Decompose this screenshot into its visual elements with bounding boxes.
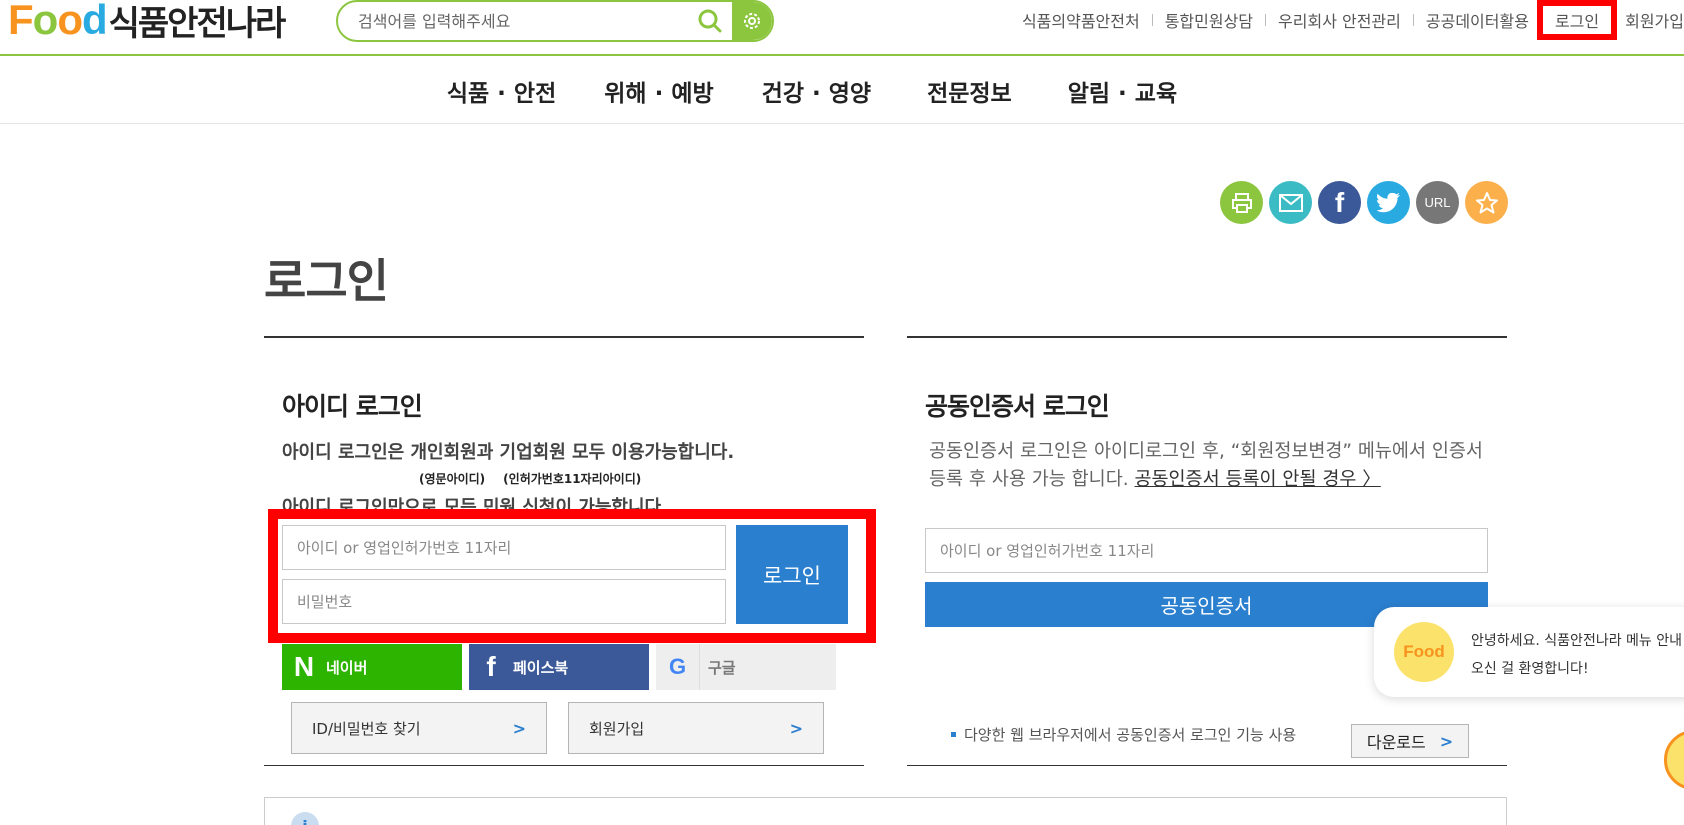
cert-login-panel: 공동인증서 로그인 공동인증서 로그인은 아이디로그인 후, “회원정보변경” … bbox=[907, 336, 1507, 766]
bullet-icon bbox=[951, 732, 956, 737]
chevron-right-icon: > bbox=[1439, 731, 1454, 751]
join-button[interactable]: 회원가입 > bbox=[568, 702, 824, 754]
top-header: Food 식품안전나라 식품의약품안전처 통합민원상담 우리회사 안전관리 공공… bbox=[0, 0, 1684, 56]
id-input[interactable] bbox=[282, 525, 726, 570]
nav-expert-info[interactable]: 전문정보 bbox=[927, 74, 1012, 108]
logo-korean-name: 식품안전나라 bbox=[108, 3, 287, 44]
chatbot-launcher[interactable] bbox=[1664, 730, 1684, 790]
search-input[interactable] bbox=[338, 2, 688, 40]
note-license-id: (인허가번호11자리아이디) bbox=[503, 472, 642, 486]
find-id-label: ID/비밀번호 찾기 bbox=[312, 719, 421, 738]
facebook-label: 페이스북 bbox=[513, 658, 569, 677]
site-logo[interactable]: Food 식품안전나라 bbox=[8, 0, 286, 44]
util-link-civil[interactable]: 통합민원상담 bbox=[1153, 8, 1265, 32]
nav-hazard-prevention[interactable]: 위해 · 예방 bbox=[604, 74, 713, 108]
facebook-login-button[interactable]: f 페이스북 bbox=[469, 644, 649, 690]
browser-note: 다양한 웹 브라우저에서 공동인증서 로그인 기능 사용 bbox=[951, 724, 1296, 745]
chatbot-logo: Food bbox=[1403, 642, 1445, 661]
url-copy-icon[interactable]: URL bbox=[1416, 181, 1459, 224]
info-box: i bbox=[264, 797, 1507, 825]
chatbot-bubble[interactable]: Food 안녕하세요. 식품안전나라 메뉴 안내 오신 걸 환영합니다! bbox=[1374, 607, 1684, 697]
chatbot-avatar: Food bbox=[1394, 622, 1454, 682]
login-form-highlight: 로그인 bbox=[268, 509, 876, 643]
password-input[interactable] bbox=[282, 579, 726, 624]
cert-register-help-link[interactable]: 공동인증서 등록이 안될 경우 〉 bbox=[1135, 469, 1381, 490]
facebook-icon: f bbox=[486, 651, 496, 682]
search-icon[interactable] bbox=[688, 2, 732, 40]
twitter-icon[interactable] bbox=[1367, 181, 1410, 224]
nav-notice-education[interactable]: 알림 · 교육 bbox=[1068, 74, 1177, 108]
chevron-right-icon: > bbox=[789, 718, 803, 738]
main-nav: 식품 · 안전 위해 · 예방 건강 · 영양 전문정보 알림 · 교육 bbox=[0, 58, 1684, 124]
login-link[interactable]: 로그인 bbox=[1536, 0, 1618, 40]
id-login-heading: 아이디 로그인 bbox=[282, 392, 423, 421]
print-icon[interactable] bbox=[1220, 181, 1263, 224]
chevron-right-icon: > bbox=[512, 718, 526, 738]
share-toolbar: f URL bbox=[1220, 181, 1508, 224]
download-label: 다운로드 bbox=[1366, 733, 1426, 752]
nav-health-nutrition[interactable]: 건강 · 영양 bbox=[762, 74, 871, 108]
google-icon: G bbox=[656, 644, 700, 690]
id-login-panel: 아이디 로그인 아이디 로그인은 개인회원과 기업회원 모두 이용가능합니다. … bbox=[264, 336, 876, 766]
cert-login-description: 공동인증서 로그인은 아이디로그인 후, “회원정보변경” 메뉴에서 인증서 등… bbox=[929, 438, 1489, 494]
naver-login-button[interactable]: N 네이버 bbox=[282, 644, 462, 690]
google-label: 구글 bbox=[708, 658, 736, 677]
util-link-opendata[interactable]: 공공데이터활용 bbox=[1414, 8, 1541, 32]
signup-link[interactable]: 회원가입 bbox=[1613, 8, 1684, 32]
page-title: 로그인 bbox=[264, 254, 389, 308]
email-icon[interactable] bbox=[1269, 181, 1312, 224]
utility-nav: 식품의약품안전처 통합민원상담 우리회사 안전관리 공공데이터활용 로그인 회원… bbox=[1010, 0, 1684, 40]
logo-food-wordmark: Food bbox=[8, 0, 108, 43]
join-label: 회원가입 bbox=[589, 719, 645, 738]
note-english-id: (영문아이디) bbox=[419, 472, 486, 486]
chatbot-message: 안녕하세요. 식품안전나라 메뉴 안내 오신 걸 환영합니다! bbox=[1471, 627, 1682, 683]
nav-food-safety[interactable]: 식품 · 안전 bbox=[447, 74, 556, 108]
cert-id-input[interactable] bbox=[925, 528, 1488, 573]
social-login-group: N 네이버 f 페이스북 G 구글 bbox=[282, 644, 836, 690]
naver-icon: N bbox=[293, 651, 315, 682]
browser-note-text: 다양한 웹 브라우저에서 공동인증서 로그인 기능 사용 bbox=[964, 726, 1297, 744]
google-login-button[interactable]: G 구글 bbox=[656, 644, 836, 690]
facebook-icon[interactable]: f bbox=[1318, 181, 1361, 224]
download-button[interactable]: 다운로드 > bbox=[1351, 724, 1469, 758]
id-login-description: 아이디 로그인은 개인회원과 기업회원 모두 이용가능합니다. bbox=[282, 442, 735, 463]
cert-login-heading: 공동인증서 로그인 bbox=[925, 392, 1110, 421]
bookmark-star-icon[interactable] bbox=[1465, 181, 1508, 224]
id-type-notes: (영문아이디) (인허가번호11자리아이디) bbox=[419, 470, 641, 487]
gear-icon[interactable] bbox=[732, 2, 772, 40]
chatbot-line-1: 안녕하세요. 식품안전나라 메뉴 안내 bbox=[1471, 633, 1682, 649]
find-id-password-button[interactable]: ID/비밀번호 찾기 > bbox=[291, 702, 547, 754]
util-link-company[interactable]: 우리회사 안전관리 bbox=[1266, 8, 1413, 32]
chatbot-line-2: 오신 걸 환영합니다! bbox=[1471, 661, 1589, 677]
util-link-mfds[interactable]: 식품의약품안전처 bbox=[1010, 8, 1152, 32]
info-icon: i bbox=[291, 812, 319, 825]
login-button[interactable]: 로그인 bbox=[736, 525, 848, 624]
naver-label: 네이버 bbox=[326, 658, 368, 677]
search-bar bbox=[336, 0, 774, 42]
